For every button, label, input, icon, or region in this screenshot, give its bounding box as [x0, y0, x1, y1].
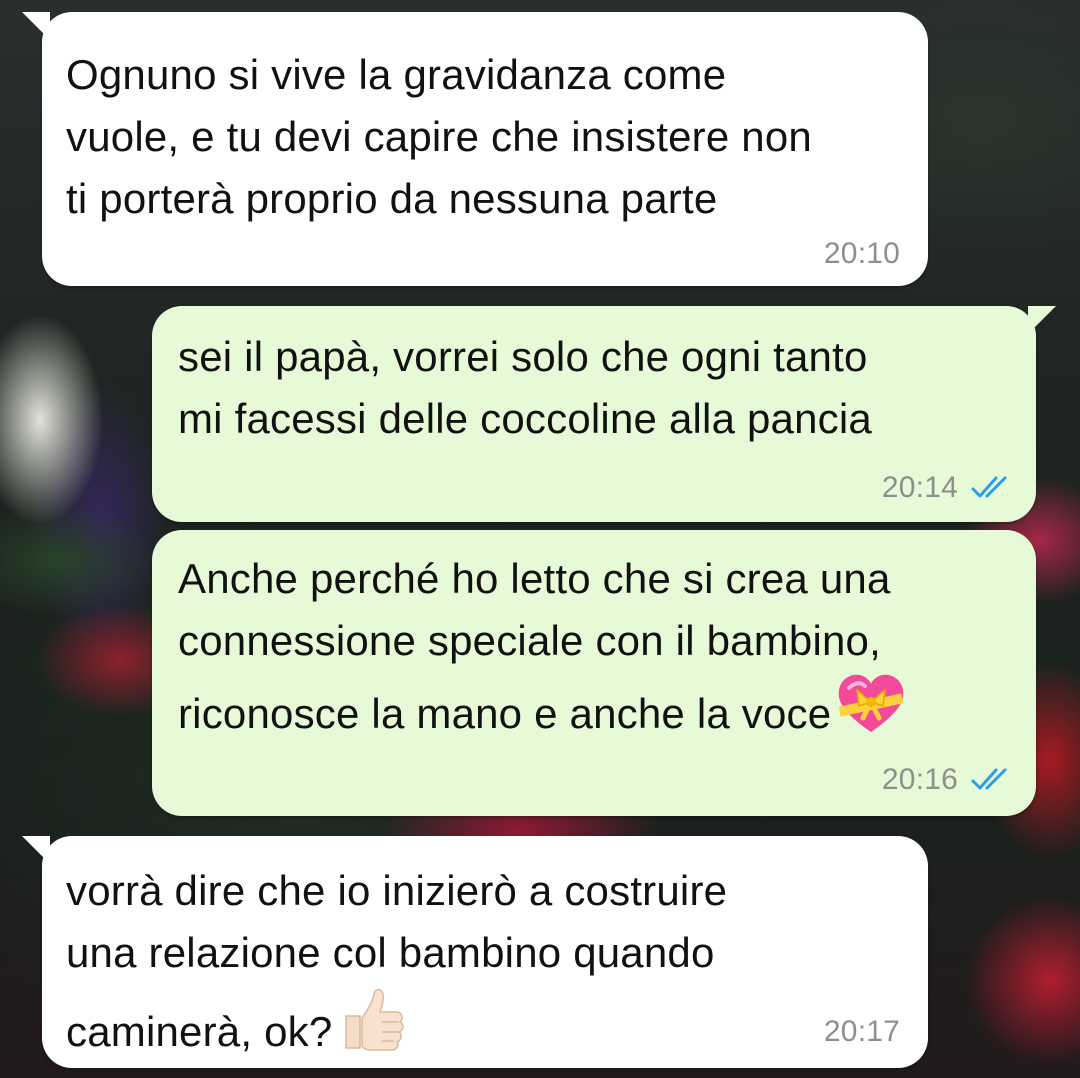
message-meta: 20:16 [882, 762, 1014, 798]
message-meta: 20:17 [824, 1014, 900, 1050]
message-time: 20:16 [881, 763, 958, 796]
bubble-tail [22, 12, 50, 40]
message-time: 20:17 [823, 1015, 900, 1048]
outgoing-message-bubble[interactable]: Anche perché ho letto che si crea una co… [152, 530, 1036, 816]
message-text: vorrà dire che io inizierò a costruire u… [66, 860, 727, 1071]
message-time: 20:14 [881, 471, 958, 504]
heart-with-ribbon-emoji [835, 672, 907, 753]
message-text: Ognuno si vive la gravidanza come vuole,… [66, 51, 812, 222]
message-meta: 20:14 [882, 470, 1014, 506]
outgoing-message-bubble[interactable]: sei il papà, vorrei solo che ogni tanto … [152, 306, 1056, 522]
double-check-icon [970, 474, 1014, 502]
bubble-tail [1028, 306, 1056, 334]
message-text: sei il papà, vorrei solo che ogni tanto … [178, 333, 872, 442]
message-text-body: Anche perché ho letto che si crea una co… [178, 555, 891, 737]
thumbs-up-emoji [336, 984, 406, 1071]
incoming-message-bubble[interactable]: Ognuno si vive la gravidanza come vuole,… [22, 12, 928, 286]
bubble-tail [22, 836, 50, 864]
incoming-message-bubble[interactable]: vorrà dire che io inizierò a costruire u… [22, 836, 928, 1071]
message-text: Anche perché ho letto che si crea una co… [178, 548, 907, 753]
message-time: 20:10 [823, 237, 900, 270]
message-meta: 20:10 [824, 236, 900, 272]
double-check-icon [970, 766, 1014, 794]
